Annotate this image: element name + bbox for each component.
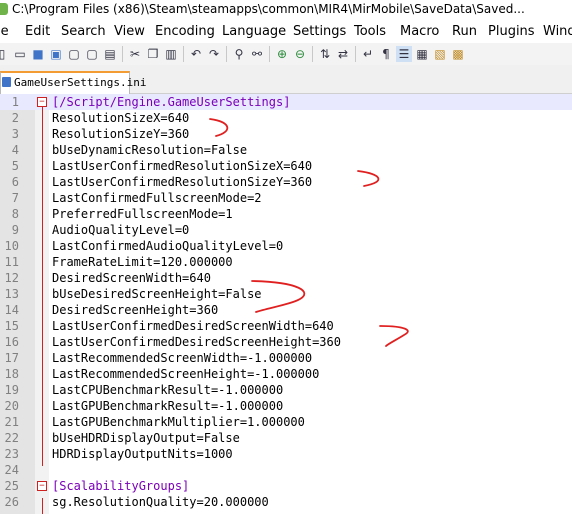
menu-edit[interactable]: Edit bbox=[25, 21, 50, 43]
toolbar-divider bbox=[183, 46, 184, 62]
menu-macro[interactable]: Macro bbox=[400, 21, 439, 43]
find-icon[interactable]: ⚲ bbox=[231, 46, 247, 62]
redo-icon[interactable]: ↷ bbox=[206, 46, 222, 62]
function-list-icon[interactable]: ▧ bbox=[432, 46, 448, 62]
menu-view[interactable]: View bbox=[114, 21, 145, 43]
save-all-icon[interactable]: ▣ bbox=[48, 46, 64, 62]
sync-vertical-icon[interactable]: ⇅ bbox=[317, 46, 333, 62]
close-icon[interactable]: ▢ bbox=[66, 46, 82, 62]
doc-map-icon[interactable]: ▦ bbox=[414, 46, 430, 62]
replace-icon[interactable]: ⚯ bbox=[249, 46, 265, 62]
show-all-chars-icon[interactable]: ¶ bbox=[378, 46, 394, 62]
menu-bar: le Edit Search View Encoding Language Se… bbox=[0, 21, 572, 43]
tab-bar: GameUserSettings.ini bbox=[0, 65, 572, 95]
red-annotation-mark bbox=[379, 325, 409, 347]
window-title: C:\Program Files (x86)\Steam\steamapps\c… bbox=[12, 2, 525, 16]
menu-settings[interactable]: Settings bbox=[293, 21, 346, 43]
menu-run[interactable]: Run bbox=[452, 21, 477, 43]
red-annotation-mark bbox=[209, 118, 229, 137]
open-file-icon[interactable]: ▭ bbox=[12, 46, 28, 62]
close-all-icon[interactable]: ▢ bbox=[84, 46, 100, 62]
zoom-in-icon[interactable]: ⊕ bbox=[274, 46, 290, 62]
save-icon[interactable]: ■ bbox=[30, 46, 46, 62]
word-wrap-icon[interactable]: ↵ bbox=[360, 46, 376, 62]
red-annotation-mark bbox=[357, 170, 380, 187]
red-annotation-mark bbox=[251, 280, 306, 313]
zoom-out-icon[interactable]: ⊖ bbox=[292, 46, 308, 62]
saved-file-icon bbox=[2, 77, 11, 87]
annotation-overlay bbox=[209, 118, 409, 347]
tab-gameusersettings[interactable]: GameUserSettings.ini bbox=[0, 71, 146, 95]
menu-language[interactable]: Language bbox=[222, 21, 286, 43]
toolbar-divider bbox=[226, 46, 227, 62]
toolbar: ▯ ▭ ■ ▣ ▢ ▢ ▤ ✂ ❐ ▥ ↶ ↷ ⚲ ⚯ ⊕ ⊖ ⇅ ⇄ ↵ ¶ … bbox=[0, 43, 572, 65]
undo-icon[interactable]: ↶ bbox=[188, 46, 204, 62]
menu-plugins[interactable]: Plugins bbox=[488, 21, 535, 43]
toolbar-divider bbox=[312, 46, 313, 62]
print-icon[interactable]: ▤ bbox=[102, 46, 118, 62]
copy-icon[interactable]: ❐ bbox=[145, 46, 161, 62]
paste-icon[interactable]: ▥ bbox=[163, 46, 179, 62]
toolbar-divider bbox=[269, 46, 270, 62]
toolbar-divider bbox=[122, 46, 123, 62]
notepad-plus-plus-icon bbox=[0, 3, 8, 15]
menu-search[interactable]: Search bbox=[61, 21, 106, 43]
menu-window[interactable]: Wind bbox=[543, 21, 572, 43]
toolbar-divider bbox=[355, 46, 356, 62]
indent-guide-icon[interactable]: ☰ bbox=[396, 46, 412, 62]
menu-file[interactable]: le bbox=[0, 21, 9, 43]
editor[interactable]: 1− [/Script/Engine.GameUserSettings] 2 Reso… bbox=[0, 94, 572, 514]
title-bar: C:\Program Files (x86)\Steam\steamapps\c… bbox=[0, 0, 572, 19]
sync-horizontal-icon[interactable]: ⇄ bbox=[335, 46, 351, 62]
tab-label: GameUserSettings.ini bbox=[14, 76, 147, 89]
new-file-icon[interactable]: ▯ bbox=[0, 46, 10, 62]
menu-encoding[interactable]: Encoding bbox=[155, 21, 215, 43]
cut-icon[interactable]: ✂ bbox=[127, 46, 143, 62]
folder-workspace-icon[interactable]: ▩ bbox=[450, 46, 466, 62]
menu-tools[interactable]: Tools bbox=[354, 21, 386, 43]
